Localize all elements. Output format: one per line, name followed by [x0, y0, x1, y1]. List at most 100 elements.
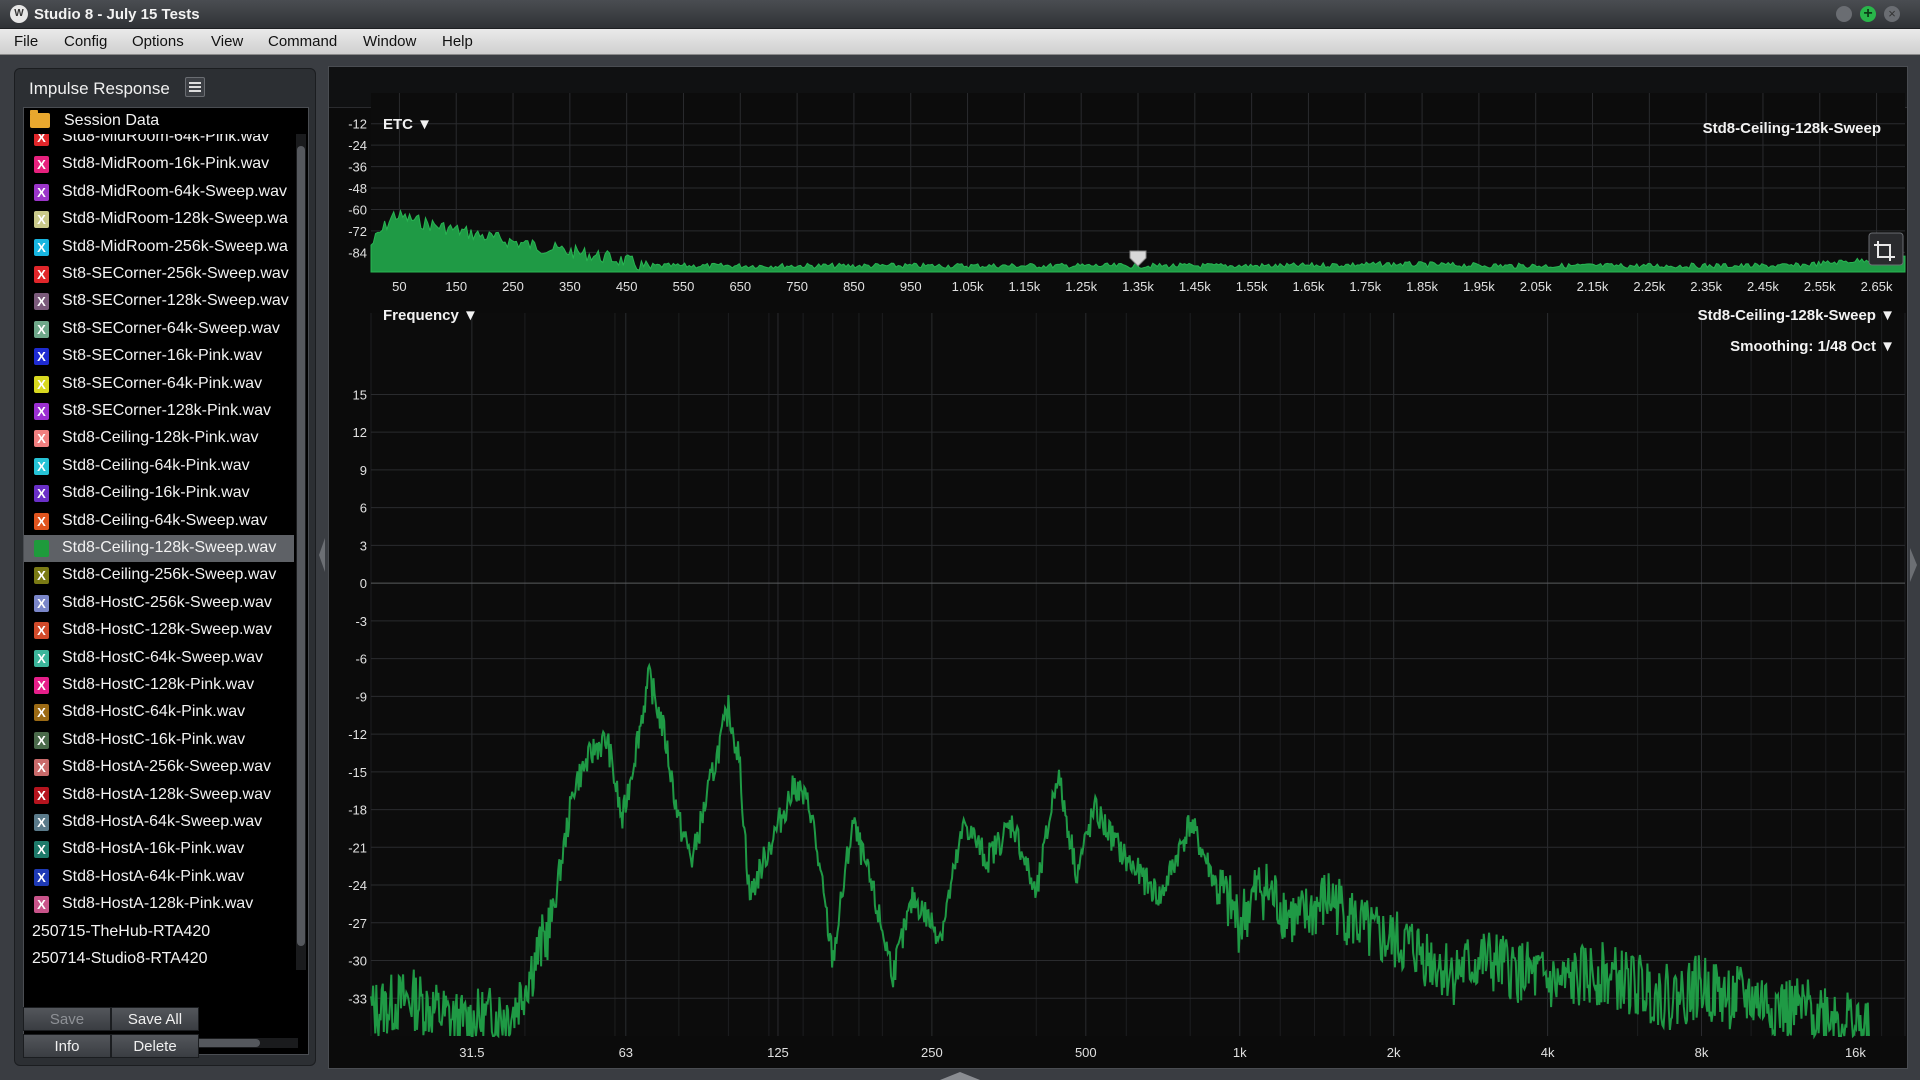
file-disabled-icon[interactable]: X	[34, 403, 49, 420]
maximize-button[interactable]: +	[1860, 6, 1876, 22]
file-item[interactable]: X Std8-HostA-128k-Sweep.wav	[24, 782, 294, 809]
file-label: St8-SECorner-256k-Sweep.wav	[62, 265, 289, 282]
file-disabled-icon[interactable]: X	[34, 293, 49, 311]
file-item[interactable]: X Std8-HostC-256k-Sweep.wav	[24, 590, 294, 617]
frequency-plot-area	[371, 313, 1905, 1036]
file-disabled-icon[interactable]: X	[34, 786, 49, 804]
file-item[interactable]: X Std8-HostA-256k-Sweep.wav	[24, 754, 294, 781]
frequency-selector[interactable]: Frequency ▼	[383, 307, 478, 324]
file-disabled-icon[interactable]: X	[34, 348, 49, 366]
file-item[interactable]: X St8-SECorner-128k-Pink.wav	[24, 398, 294, 425]
file-item[interactable]: X Std8-MidRoom-256k-Sweep.wa	[24, 234, 294, 261]
menu-file[interactable]: File	[14, 33, 38, 50]
file-disabled-icon[interactable]: X	[34, 759, 49, 777]
file-item[interactable]: X Std8-HostA-64k-Pink.wav	[24, 864, 294, 891]
delete-button[interactable]: Delete	[111, 1034, 199, 1058]
file-item[interactable]: Std8-Ceiling-128k-Sweep.wav	[24, 535, 294, 562]
file-item[interactable]: X Std8-HostC-64k-Pink.wav	[24, 699, 294, 726]
file-disabled-icon[interactable]: X	[34, 457, 49, 475]
file-item[interactable]: X Std8-Ceiling-16k-Pink.wav	[24, 480, 294, 507]
collapse-bottom-handle[interactable]	[940, 1070, 980, 1080]
close-button[interactable]: ×	[1884, 6, 1900, 22]
frequency-y-tick: 15	[353, 387, 367, 402]
menu-view[interactable]: View	[211, 33, 243, 50]
file-disabled-icon[interactable]: X	[34, 266, 49, 283]
session-data-folder[interactable]: Session Data	[24, 108, 294, 134]
file-disabled-icon[interactable]: X	[34, 430, 49, 448]
menu-window[interactable]: Window	[363, 33, 416, 50]
file-item[interactable]: X Std8-Ceiling-128k-Pink.wav	[24, 425, 294, 452]
etc-x-tick: 1.55k	[1236, 279, 1268, 294]
file-item[interactable]: X St8-SECorner-16k-Pink.wav	[24, 343, 294, 370]
file-disabled-icon[interactable]: X	[34, 485, 49, 503]
file-item[interactable]: X Std8-HostC-64k-Sweep.wav	[24, 645, 294, 672]
file-item[interactable]: X St8-SECorner-256k-Sweep.wav	[24, 261, 294, 288]
collapse-right-handle[interactable]	[1908, 548, 1918, 582]
dropdown-arrow-icon: ▼	[463, 307, 478, 324]
frequency-y-tick: -6	[355, 652, 367, 667]
file-item[interactable]: X Std8-HostC-128k-Sweep.wav	[24, 617, 294, 644]
menu-config[interactable]: Config	[64, 33, 107, 50]
file-item[interactable]: X Std8-HostA-128k-Pink.wav	[24, 891, 294, 918]
hamburger-menu-icon[interactable]	[185, 77, 205, 97]
file-disabled-icon[interactable]: X	[34, 156, 49, 174]
file-disabled-icon[interactable]: X	[34, 567, 49, 585]
etc-x-tick: 250	[502, 279, 524, 294]
menu-command[interactable]: Command	[268, 33, 337, 50]
file-item[interactable]: X Std8-HostC-16k-Pink.wav	[24, 727, 294, 754]
vertical-scrollbar[interactable]	[296, 134, 306, 970]
session-tree: Session Data X Std8-MidRoom-64k-Pink.wav X…	[23, 107, 309, 1055]
menu-options[interactable]: Options	[132, 33, 184, 50]
file-item[interactable]: X Std8-HostA-64k-Sweep.wav	[24, 809, 294, 836]
file-disabled-icon[interactable]: X	[34, 622, 49, 640]
file-item[interactable]: X St8-SECorner-64k-Sweep.wav	[24, 316, 294, 343]
rta-item[interactable]: 250714-Studio8-RTA420	[24, 946, 294, 973]
file-active-icon[interactable]	[34, 540, 49, 557]
file-disabled-icon[interactable]: X	[34, 731, 49, 749]
minimize-button[interactable]	[1836, 6, 1852, 22]
file-item[interactable]: X Std8-Ceiling-64k-Pink.wav	[24, 453, 294, 480]
file-disabled-icon[interactable]: X	[34, 649, 49, 667]
etc-x-tick: 1.75k	[1349, 279, 1381, 294]
crop-icon[interactable]	[1868, 232, 1904, 266]
etc-selector[interactable]: ETC ▼	[383, 116, 432, 133]
smoothing-selector[interactable]: Smoothing: 1/48 Oct ▼	[1730, 338, 1895, 355]
menu-help[interactable]: Help	[442, 33, 473, 50]
menu-bar: File Config Options View Command Window …	[0, 29, 1920, 55]
file-item[interactable]: X Std8-MidRoom-64k-Sweep.wav	[24, 179, 294, 206]
file-item[interactable]: X Std8-Ceiling-64k-Sweep.wav	[24, 508, 294, 535]
file-disabled-icon[interactable]: X	[34, 375, 49, 393]
file-disabled-icon[interactable]: X	[34, 704, 49, 722]
file-disabled-icon[interactable]: X	[34, 896, 49, 914]
file-item[interactable]: X St8-SECorner-128k-Sweep.wav	[24, 288, 294, 315]
file-item[interactable]: X Std8-MidRoom-64k-Pink.wav	[24, 134, 294, 151]
file-disabled-icon[interactable]: X	[34, 594, 49, 612]
file-disabled-icon[interactable]: X	[34, 677, 49, 694]
frequency-x-tick: 31.5	[459, 1045, 484, 1060]
save-all-button[interactable]: Save All	[111, 1007, 199, 1031]
scrollbar-thumb[interactable]	[297, 146, 305, 946]
file-item[interactable]: X Std8-MidRoom-16k-Pink.wav	[24, 151, 294, 178]
save-button[interactable]: Save	[23, 1007, 111, 1031]
info-button[interactable]: Info	[23, 1034, 111, 1058]
rta-item[interactable]: 250715-TheHub-RTA420	[24, 919, 294, 946]
smoothing-label: Smoothing: 1/48 Oct	[1730, 338, 1876, 355]
file-disabled-icon[interactable]: X	[34, 320, 49, 338]
frequency-measurement-selector[interactable]: Std8-Ceiling-128k-Sweep ▼	[1698, 307, 1895, 324]
file-disabled-icon[interactable]: X	[34, 211, 49, 229]
frequency-x-tick: 4k	[1541, 1045, 1555, 1060]
file-disabled-icon[interactable]: X	[34, 134, 49, 146]
file-disabled-icon[interactable]: X	[34, 512, 49, 530]
file-disabled-icon[interactable]: X	[34, 183, 49, 201]
file-disabled-icon[interactable]: X	[34, 841, 49, 859]
collapse-left-handle[interactable]	[318, 538, 326, 572]
file-item[interactable]: X Std8-HostA-16k-Pink.wav	[24, 836, 294, 863]
file-disabled-icon[interactable]: X	[34, 814, 49, 831]
file-item[interactable]: X Std8-HostC-128k-Pink.wav	[24, 672, 294, 699]
file-item[interactable]: X Std8-MidRoom-128k-Sweep.wa	[24, 206, 294, 233]
frequency-y-tick: -27	[348, 916, 367, 931]
file-item[interactable]: X St8-SECorner-64k-Pink.wav	[24, 371, 294, 398]
file-disabled-icon[interactable]: X	[34, 868, 49, 886]
file-item[interactable]: X Std8-Ceiling-256k-Sweep.wav	[24, 562, 294, 589]
file-disabled-icon[interactable]: X	[34, 238, 49, 256]
